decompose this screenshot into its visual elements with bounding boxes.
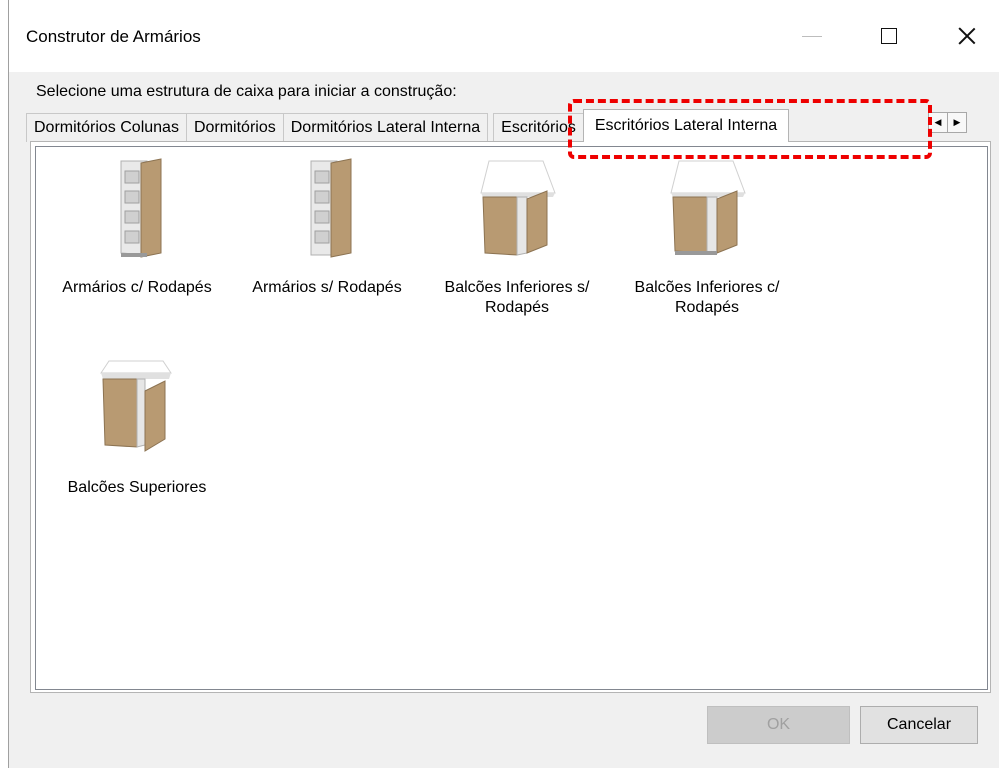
- item-label: Balcões Inferiores s/ Rodapés: [444, 279, 590, 316]
- list-item[interactable]: Balcões Inferiores s/ Rodapés: [422, 157, 612, 318]
- maximize-button[interactable]: [859, 14, 919, 58]
- tab-scroll-right-button[interactable]: ▶: [947, 112, 967, 133]
- list-item[interactable]: Armários s/ Rodapés: [232, 157, 422, 298]
- item-label: Balcões Inferiores c/ Rodapés: [634, 279, 780, 316]
- tall-cabinet-icon: [87, 157, 187, 267]
- base-cabinet-icon: [657, 157, 757, 267]
- tab-dormitorios[interactable]: Dormitórios: [185, 113, 284, 142]
- tab-panel: Armários c/ Rodapés Armários s/ Rodapés: [30, 141, 991, 693]
- tab-scroll-buttons: ◀ ▶: [928, 112, 967, 133]
- arrow-left-icon: ◀: [934, 117, 942, 127]
- instruction-label: Selecione uma estrutura de caixa para in…: [36, 83, 457, 100]
- tall-cabinet-icon: [277, 157, 377, 267]
- item-label: Armários s/ Rodapés: [252, 279, 402, 296]
- title-bar[interactable]: Construtor de Armários: [9, 0, 999, 72]
- minimize-button[interactable]: [782, 14, 842, 58]
- tab-dormitorios-colunas[interactable]: Dormitórios Colunas: [26, 113, 187, 142]
- close-button[interactable]: [937, 14, 997, 58]
- ok-button[interactable]: OK: [707, 706, 850, 744]
- window-title: Construtor de Armários: [26, 27, 201, 46]
- minimize-icon: [802, 35, 822, 37]
- arrow-right-icon: ▶: [953, 117, 961, 127]
- tab-strip: Dormitórios Colunas Dormitórios Dormitór…: [26, 109, 790, 142]
- tab-escritorios-lateral-interna[interactable]: Escritórios Lateral Interna: [582, 109, 790, 142]
- tab-scroll-left-button[interactable]: ◀: [928, 112, 948, 133]
- item-label: Balcões Superiores: [67, 479, 207, 496]
- cabinet-list[interactable]: Armários c/ Rodapés Armários s/ Rodapés: [35, 146, 988, 690]
- close-icon: [958, 27, 976, 45]
- tab-escritorios[interactable]: Escritórios: [493, 113, 584, 142]
- cancel-button[interactable]: Cancelar: [860, 706, 978, 744]
- list-item[interactable]: Balcões Superiores: [42, 357, 232, 498]
- base-cabinet-icon: [467, 157, 567, 267]
- upper-cabinet-icon: [87, 357, 187, 467]
- tab-dormitorios-lateral-interna[interactable]: Dormitórios Lateral Interna: [282, 113, 489, 142]
- item-label: Armários c/ Rodapés: [62, 279, 212, 296]
- list-item[interactable]: Balcões Inferiores c/ Rodapés: [612, 157, 802, 318]
- maximize-icon: [881, 28, 897, 44]
- list-item[interactable]: Armários c/ Rodapés: [42, 157, 232, 298]
